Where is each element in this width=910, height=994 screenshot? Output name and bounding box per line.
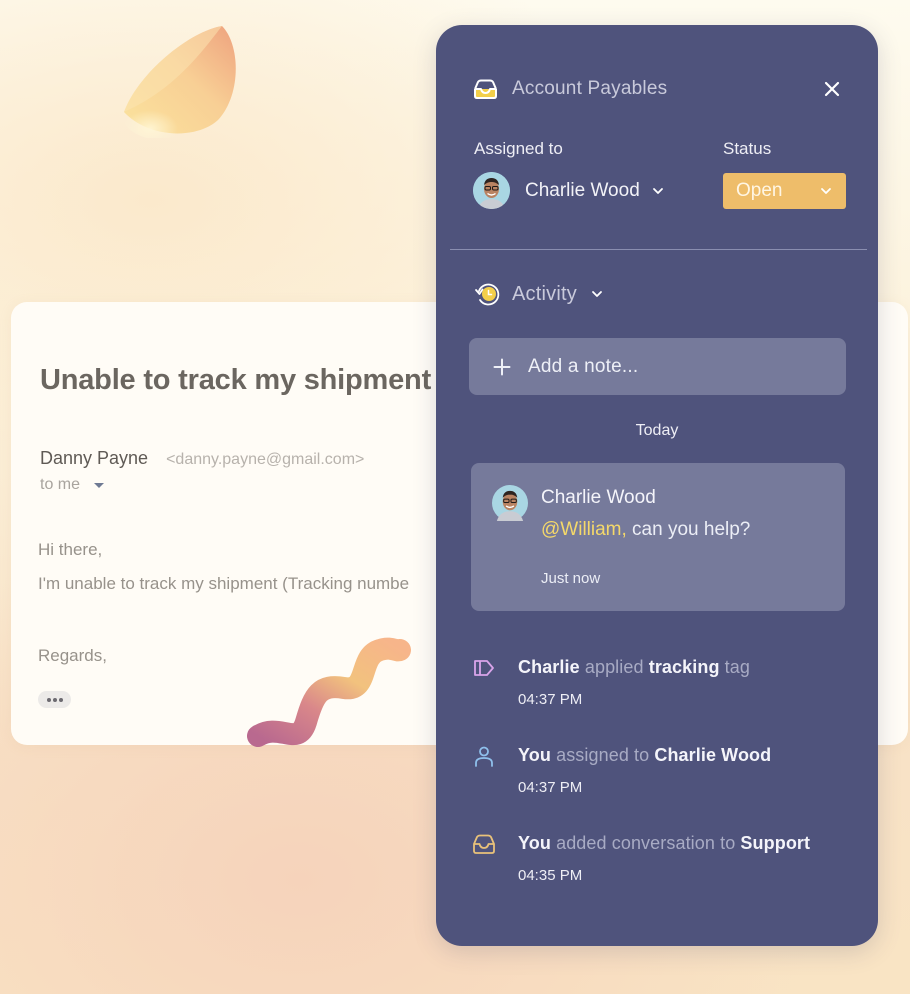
email-body-closing: Regards, — [38, 646, 107, 665]
comment-body: can you help? — [626, 519, 751, 540]
assignee-dropdown[interactable]: Charlie Wood — [473, 172, 664, 209]
dot — [58, 697, 63, 702]
event-highlight: Charlie — [518, 657, 580, 677]
status-value: Open — [736, 180, 783, 201]
activity-event-text: Charlie applied tracking tag — [518, 657, 750, 678]
tag-icon — [474, 660, 494, 676]
add-note-placeholder: Add a note... — [528, 355, 639, 377]
sender-name: Danny Payne — [40, 448, 149, 468]
recipient-dropdown[interactable]: to me — [40, 476, 105, 494]
activity-history-icon — [475, 283, 500, 306]
panel-header: Account Payables — [473, 78, 667, 100]
event-highlight: You — [518, 833, 551, 853]
dot — [46, 697, 51, 702]
activity-event-time: 04:37 PM — [518, 779, 583, 796]
comment-time: Just now — [541, 570, 601, 587]
email-subject: Unable to track my shipment — [40, 364, 432, 396]
assigned-to-label: Assigned to — [474, 139, 563, 158]
add-note-input[interactable]: Add a note... — [469, 338, 846, 395]
chevron-down-icon — [592, 291, 602, 297]
comment-text: @William, can you help? — [541, 519, 750, 541]
plus-icon — [493, 358, 511, 375]
event-action: assigned to — [556, 745, 650, 765]
assignee-name: Charlie Wood — [525, 179, 640, 201]
email-body-greeting: Hi there, — [38, 540, 103, 559]
status-dropdown[interactable]: Open — [723, 173, 846, 209]
chevron-down-icon — [652, 187, 663, 194]
sender-email: <danny.payne@gmail.com> — [166, 451, 365, 468]
user-icon — [475, 746, 493, 767]
activity-event-time: 04:37 PM — [518, 691, 583, 708]
status-label: Status — [723, 139, 772, 158]
event-highlight: Charlie Wood — [654, 745, 772, 765]
event-highlight: Support — [740, 833, 811, 853]
avatar — [492, 485, 528, 521]
email-body-text: I'm unable to track my shipment (Trackin… — [38, 574, 410, 593]
decorative-squiggle-shape — [247, 637, 411, 747]
caret-down-icon — [94, 482, 105, 488]
comment-author: Charlie Wood — [541, 487, 656, 508]
event-highlight: tracking — [648, 657, 720, 677]
activity-label: Activity — [512, 282, 577, 305]
inbox-icon — [473, 834, 495, 854]
chevron-down-icon — [821, 188, 831, 194]
event-action: applied — [584, 657, 644, 677]
recipient-label: to me — [40, 476, 81, 493]
activity-section-toggle[interactable]: Activity — [474, 280, 603, 308]
close-icon[interactable] — [822, 79, 842, 99]
comment-card: Charlie Wood @William, can you help? Jus… — [471, 463, 845, 611]
sender-row: Danny Payne <danny.payne@gmail.com> — [40, 448, 364, 469]
activity-event-text: You added conversation to Support — [518, 833, 810, 854]
activity-event-time: 04:35 PM — [518, 867, 583, 884]
event-action: added conversation to — [556, 833, 736, 853]
inbox-icon — [474, 79, 497, 99]
day-header: Today — [635, 422, 679, 439]
panel-title: Account Payables — [512, 78, 668, 99]
avatar — [473, 172, 510, 209]
decorative-bowl-shape — [122, 26, 236, 138]
activity-event-text: You assigned to Charlie Wood — [518, 745, 771, 766]
mention-link[interactable]: @William, — [541, 519, 627, 540]
show-trimmed-content-button[interactable] — [38, 691, 71, 708]
conversation-details-panel: Account Payables Assigned to Status Char… — [436, 25, 878, 946]
event-action: tag — [724, 657, 750, 677]
dot — [52, 697, 57, 702]
event-highlight: You — [518, 745, 551, 765]
divider — [450, 249, 867, 250]
